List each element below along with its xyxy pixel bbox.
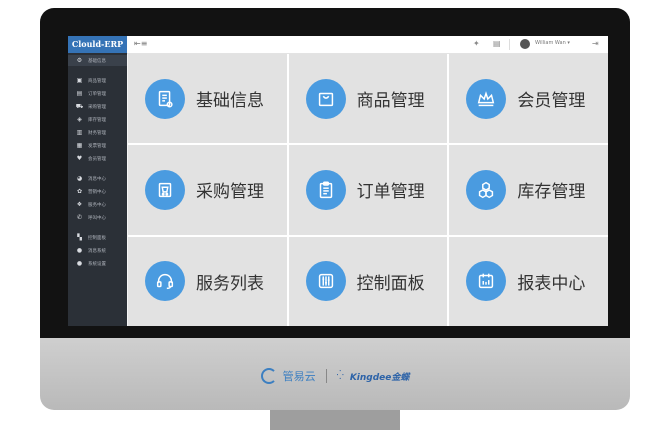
invoice-icon: ▦ [76,142,83,149]
sidebar-item-purchase[interactable]: ⛟ 采购管理 [68,101,127,112]
sidebar: Clould-ERP ⚙ 基础信息 ▣ 商品管理 ▤ 订单管理 ⛟ 采购管理 ◈… [68,36,127,326]
avatar[interactable] [520,39,530,49]
wallet-icon: ▥ [76,129,83,136]
stock-icon: ◈ [77,116,82,123]
kingdee-mark-icon: ⁛ [336,371,344,381]
member-icon: ♥ [76,155,83,162]
tile-label: 服务列表 [196,273,264,294]
brand-mark-icon [260,368,277,384]
brand-cn: 管易云 [282,370,316,383]
sidebar-item-label: 会员管理 [88,156,106,162]
sidebar-item-label: 订单管理 [88,91,106,97]
sidebar-item-label: 库存管理 [88,117,106,123]
module-grid: 基础信息 商品管理 会员管理 采购管理 订单管理 库存管理 服务列表 控制面板 … [128,54,608,326]
tile-report-center[interactable]: 报表中心 [449,236,608,326]
tile-members[interactable]: 会员管理 [449,54,608,144]
monitor-chin: 管易云 ⁛ Kingdee金蝶 [40,338,630,410]
sidebar-item-label: 发票管理 [88,143,106,149]
tile-basic-info[interactable]: 基础信息 [128,54,287,144]
message-icon: ◕ [76,175,83,182]
sidebar-item-invoice[interactable]: ▦ 发票管理 [68,140,127,151]
sidebar-item-stock[interactable]: ◈ 库存管理 [68,114,127,125]
doc-icon [145,78,185,119]
sidebar-item-members[interactable]: ♥ 会员管理 [68,153,127,164]
sidebar-item-call-center[interactable]: ✆ 呼叫中心 [68,212,127,223]
tile-label: 基础信息 [196,91,264,112]
headset-icon [145,261,185,302]
tile-stock[interactable]: 库存管理 [449,145,608,235]
sidebar-item-label: 营销中心 [88,189,106,195]
system-icon: ● [76,247,83,254]
monitor-stand [270,410,400,430]
sidebar-item-label: 系统设置 [88,261,106,267]
sidebar-item-service[interactable]: ❖ 服务中心 [68,199,127,210]
cubes-icon [466,169,507,210]
user-menu[interactable]: William Wan ▾ [535,40,570,46]
app-screen: Clould-ERP ⚙ 基础信息 ▣ 商品管理 ▤ 订单管理 ⛟ 采购管理 ◈… [68,36,608,326]
sidebar-item-label: 消息系统 [88,248,106,254]
gear-icon: ⚙ [76,57,83,64]
tile-orders[interactable]: 订单管理 [288,145,448,235]
service-icon: ❖ [76,201,83,208]
tile-label: 库存管理 [517,182,586,203]
sidebar-item-label: 商品管理 [88,78,106,84]
settings-icon: ● [76,260,83,267]
tile-products[interactable]: 商品管理 [288,54,448,144]
bag-icon [305,78,346,119]
sidebar-item-messages[interactable]: ◕ 消息中心 [68,173,127,184]
tile-control-panel[interactable]: 控制面板 [288,236,448,326]
tile-purchase[interactable]: 采购管理 [128,145,287,235]
sidebar-item-settings[interactable]: ● 系统设置 [68,258,127,269]
phone-icon: ✆ [76,214,83,221]
sidebar-item-label: 消息中心 [88,176,106,182]
divider [325,369,327,383]
tile-label: 采购管理 [196,182,264,203]
calendar-icon [466,261,507,302]
sidebar-item-finance[interactable]: ▥ 财务管理 [68,127,127,138]
order-icon: ▤ [76,90,83,97]
brand-logo: 管易云 ⁛ Kingdee金蝶 [40,368,630,384]
sidebar-item-basic-info[interactable]: ⚙ 基础信息 [68,55,127,66]
sidebar-item-message-system[interactable]: ● 消息系统 [68,245,127,256]
sidebar-item-label: 服务中心 [88,202,106,208]
document-icon[interactable]: ▤ [493,39,501,48]
logout-icon[interactable]: ⇥ [592,39,599,48]
brand-en: Kingdee金蝶 [349,372,410,383]
crown-icon [466,78,507,119]
tile-label: 报表中心 [517,273,586,294]
sidebar-item-label: 控制面板 [88,235,106,241]
control-icon: ▚ [77,234,82,241]
sidebar-item-label: 呼叫中心 [88,215,106,221]
sidebar-item-label: 采购管理 [88,104,106,110]
box-icon: ▣ [76,77,83,84]
clipboard-icon [305,169,346,210]
sidebar-item-orders[interactable]: ▤ 订单管理 [68,88,127,99]
app-logo: Clould-ERP [68,36,127,53]
divider [509,39,510,50]
sidebar-item-marketing[interactable]: ✿ 营销中心 [68,186,127,197]
sidebar-item-control-panel[interactable]: ▚ 控制面板 [68,232,127,243]
sidebar-item-label: 财务管理 [88,130,106,136]
sidebar-item-products[interactable]: ▣ 商品管理 [68,75,127,86]
tile-service-list[interactable]: 服务列表 [128,236,287,326]
truck-icon: ⛟ [75,102,84,110]
tile-label: 控制面板 [356,273,425,294]
sliders-icon [305,261,346,302]
tile-label: 订单管理 [356,182,425,203]
sidebar-item-label: 基础信息 [88,58,106,64]
menu-toggle-icon[interactable]: ⇤≡ [134,39,147,48]
top-bar: ⇤≡ ✦ ▤ William Wan ▾ ⇥ [127,36,608,54]
marketing-icon: ✿ [76,188,83,195]
tile-label: 会员管理 [517,91,586,112]
lightbulb-icon[interactable]: ✦ [473,39,480,48]
tile-label: 商品管理 [356,91,425,112]
cart-icon [145,169,185,210]
